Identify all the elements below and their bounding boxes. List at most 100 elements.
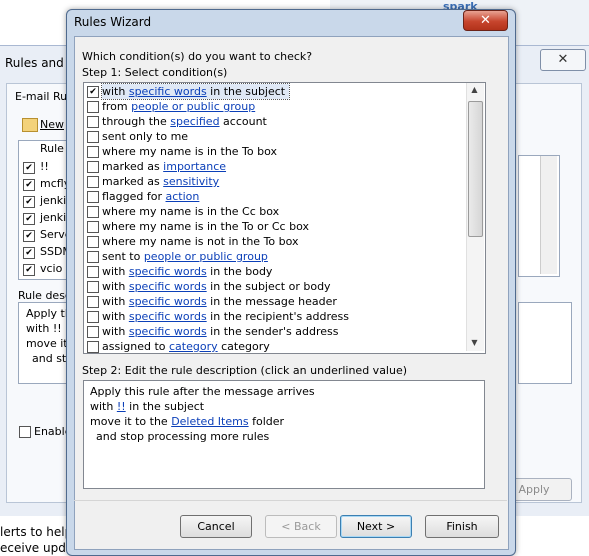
desc-line-3: move it to the Deleted Items folder bbox=[90, 414, 284, 429]
rule-checkbox[interactable]: ✔ bbox=[23, 196, 35, 208]
condition-row[interactable]: where my name is in the To box bbox=[84, 144, 468, 159]
rule-checkbox[interactable]: ✔ bbox=[23, 264, 35, 276]
background-desc-right-edge bbox=[518, 302, 572, 384]
condition-row[interactable]: with specific words in the body bbox=[84, 264, 468, 279]
new-rule-button[interactable]: New bbox=[40, 118, 64, 131]
condition-link[interactable]: action bbox=[166, 190, 200, 203]
condition-checkbox[interactable] bbox=[87, 266, 99, 278]
finish-button[interactable]: Finish bbox=[425, 515, 499, 538]
condition-checkbox[interactable] bbox=[87, 116, 99, 128]
condition-link[interactable]: specific words bbox=[129, 325, 207, 338]
condition-checkbox[interactable] bbox=[87, 206, 99, 218]
condition-checkbox[interactable]: ✔ bbox=[87, 86, 99, 98]
condition-link[interactable]: people or public group bbox=[144, 250, 268, 263]
desc-line-2: with !! in the subject bbox=[90, 399, 204, 414]
condition-link[interactable]: specific words bbox=[129, 85, 207, 98]
rule-name[interactable]: jenki bbox=[40, 211, 66, 224]
condition-text-pre: flagged for bbox=[102, 190, 166, 203]
condition-row[interactable]: where my name is not in the To box bbox=[84, 234, 468, 249]
rules-list-scrollbar[interactable] bbox=[540, 156, 557, 274]
condition-text-pre: with bbox=[102, 265, 129, 278]
condition-text: where my name is not in the To box bbox=[102, 234, 299, 249]
condition-row[interactable]: assigned to category category bbox=[84, 339, 468, 353]
condition-checkbox[interactable] bbox=[87, 161, 99, 173]
condition-text-pre: sent only to me bbox=[102, 130, 189, 143]
rule-description-box: Apply this rule after the message arrive… bbox=[83, 380, 485, 489]
condition-row[interactable]: through the specified account bbox=[84, 114, 468, 129]
rule-name[interactable]: vcio bbox=[40, 262, 62, 275]
condition-link[interactable]: category bbox=[169, 340, 218, 353]
condition-checkbox[interactable] bbox=[87, 281, 99, 293]
condition-checkbox[interactable] bbox=[87, 221, 99, 233]
rule-name[interactable]: !! bbox=[40, 160, 49, 173]
condition-link[interactable]: specified bbox=[170, 115, 219, 128]
condition-text-post: in the subject or body bbox=[206, 280, 331, 293]
condition-text-post: in the subject bbox=[206, 85, 286, 98]
condition-row[interactable]: where my name is in the To or Cc box bbox=[84, 219, 468, 234]
button-separator bbox=[74, 500, 507, 501]
condition-text: marked as sensitivity bbox=[102, 174, 219, 189]
rule-checkbox[interactable]: ✔ bbox=[23, 179, 35, 191]
condition-row[interactable]: with specific words in the sender's addr… bbox=[84, 324, 468, 339]
condition-link[interactable]: specific words bbox=[129, 310, 207, 323]
condition-checkbox[interactable] bbox=[87, 341, 99, 353]
rule-checkbox[interactable]: ✔ bbox=[23, 213, 35, 225]
condition-checkbox[interactable] bbox=[87, 311, 99, 323]
condition-link[interactable]: importance bbox=[163, 160, 226, 173]
condition-row[interactable]: marked as sensitivity bbox=[84, 174, 468, 189]
scroll-up-arrow-icon[interactable]: ▲ bbox=[466, 85, 483, 99]
rule-column-header[interactable]: Rule bbox=[40, 142, 64, 155]
condition-link[interactable]: sensitivity bbox=[163, 175, 219, 188]
condition-checkbox[interactable] bbox=[87, 326, 99, 338]
rule-checkbox[interactable]: ✔ bbox=[23, 247, 35, 259]
condition-text-post: category bbox=[217, 340, 270, 353]
rule-checkbox[interactable]: ✔ bbox=[23, 162, 35, 174]
condition-link[interactable]: specific words bbox=[129, 280, 207, 293]
condition-row[interactable]: flagged for action bbox=[84, 189, 468, 204]
condition-row[interactable]: sent only to me bbox=[84, 129, 468, 144]
back-button[interactable]: < Back bbox=[265, 515, 337, 538]
subject-words-link[interactable]: !! bbox=[117, 400, 126, 413]
condition-row[interactable]: with specific words in the message heade… bbox=[84, 294, 468, 309]
scrollbar-thumb[interactable] bbox=[468, 101, 483, 237]
condition-row[interactable]: ✔ with specific words in the subject bbox=[84, 83, 468, 100]
condition-text: from people or public group bbox=[102, 99, 255, 114]
condition-link[interactable]: specific words bbox=[129, 295, 207, 308]
condition-link[interactable]: people or public group bbox=[131, 100, 255, 113]
condition-text: with specific words in the subject or bo… bbox=[102, 279, 331, 294]
condition-text-post: in the message header bbox=[206, 295, 337, 308]
deleted-items-folder-link[interactable]: Deleted Items bbox=[171, 415, 248, 428]
background-close-button[interactable]: ✕ bbox=[540, 49, 586, 71]
cancel-button[interactable]: Cancel bbox=[180, 515, 252, 538]
condition-text: with specific words in the subject bbox=[100, 83, 291, 100]
condition-text-pre: with bbox=[102, 85, 129, 98]
condition-checkbox[interactable] bbox=[87, 236, 99, 248]
condition-row[interactable]: where my name is in the Cc box bbox=[84, 204, 468, 219]
rule-name[interactable]: jenki bbox=[40, 194, 66, 207]
condition-text-pre: sent to bbox=[102, 250, 144, 263]
condition-checkbox[interactable] bbox=[87, 146, 99, 158]
condition-row[interactable]: with specific words in the recipient's a… bbox=[84, 309, 468, 324]
condition-checkbox[interactable] bbox=[87, 101, 99, 113]
rule-checkbox[interactable]: ✔ bbox=[23, 230, 35, 242]
condition-checkbox[interactable] bbox=[87, 251, 99, 263]
condition-row[interactable]: marked as importance bbox=[84, 159, 468, 174]
condition-text: where my name is in the To or Cc box bbox=[102, 219, 309, 234]
condition-row[interactable]: sent to people or public group bbox=[84, 249, 468, 264]
next-button[interactable]: Next > bbox=[340, 515, 412, 538]
conditions-list[interactable]: ✔ with specific words in the subject from … bbox=[83, 82, 486, 354]
condition-row[interactable]: from people or public group bbox=[84, 99, 468, 114]
condition-text-pre: with bbox=[102, 280, 129, 293]
condition-link[interactable]: specific words bbox=[129, 265, 207, 278]
condition-row[interactable]: with specific words in the subject or bo… bbox=[84, 279, 468, 294]
scroll-down-arrow-icon[interactable]: ▼ bbox=[466, 338, 483, 352]
condition-text-pre: with bbox=[102, 295, 129, 308]
condition-checkbox[interactable] bbox=[87, 191, 99, 203]
condition-checkbox[interactable] bbox=[87, 131, 99, 143]
condition-checkbox[interactable] bbox=[87, 296, 99, 308]
desc-line-1: Apply this rule after the message arrive… bbox=[90, 385, 315, 398]
condition-text: with specific words in the message heade… bbox=[102, 294, 337, 309]
close-button[interactable]: ✕ bbox=[463, 10, 508, 31]
condition-checkbox[interactable] bbox=[87, 176, 99, 188]
enable-checkbox[interactable] bbox=[19, 426, 31, 438]
